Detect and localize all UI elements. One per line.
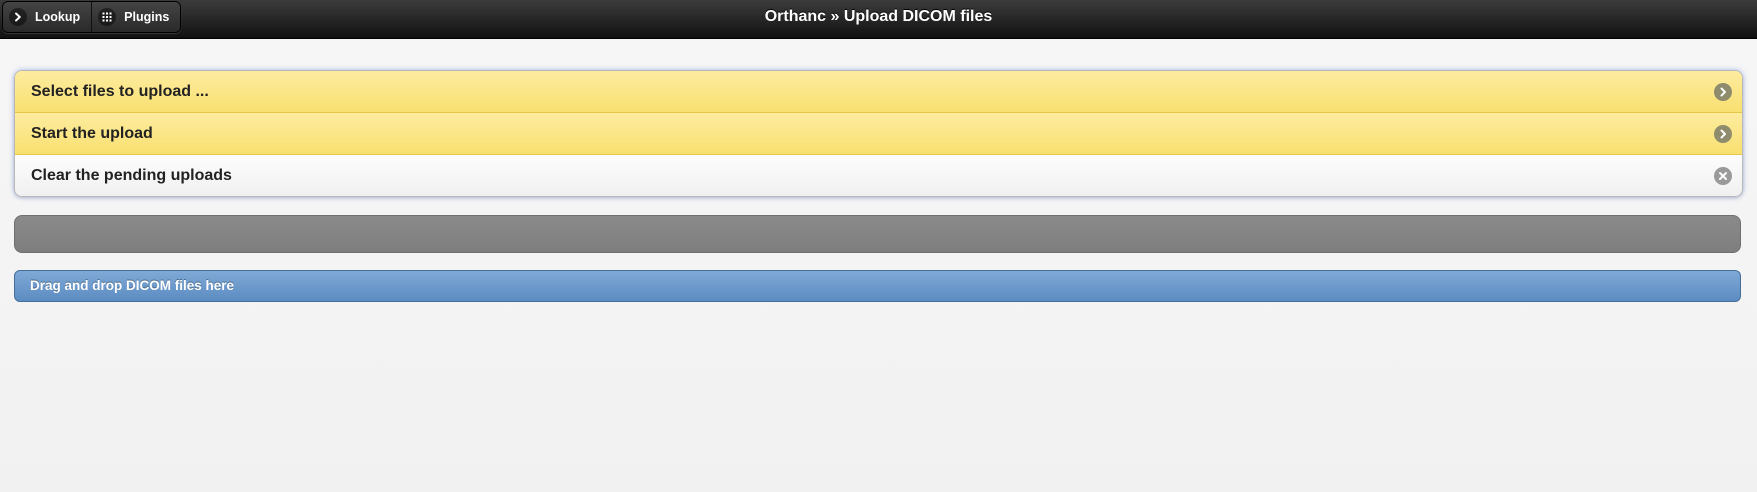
arrow-right-icon [1714,83,1732,101]
delete-icon [1714,167,1732,185]
select-files-button[interactable]: Select files to upload ... [15,71,1742,113]
clear-uploads-label: Clear the pending uploads [31,167,232,184]
clear-uploads-button[interactable]: Clear the pending uploads [15,155,1742,196]
select-files-label: Select files to upload ... [31,83,209,100]
start-upload-label: Start the upload [31,125,153,142]
upload-actions-list: Select files to upload ... Start the upl… [14,70,1743,197]
header-bar: Lookup Plugins Orthanc » Upload DICOM fi… [0,0,1757,39]
upload-progress-bar [14,215,1741,253]
start-upload-button[interactable]: Start the upload [15,113,1742,155]
dicom-dropzone[interactable]: Drag and drop DICOM files here [14,270,1741,302]
arrow-right-icon [1714,125,1732,143]
page-title: Orthanc » Upload DICOM files [764,8,993,25]
dropzone-label: Drag and drop DICOM files here [30,278,235,293]
